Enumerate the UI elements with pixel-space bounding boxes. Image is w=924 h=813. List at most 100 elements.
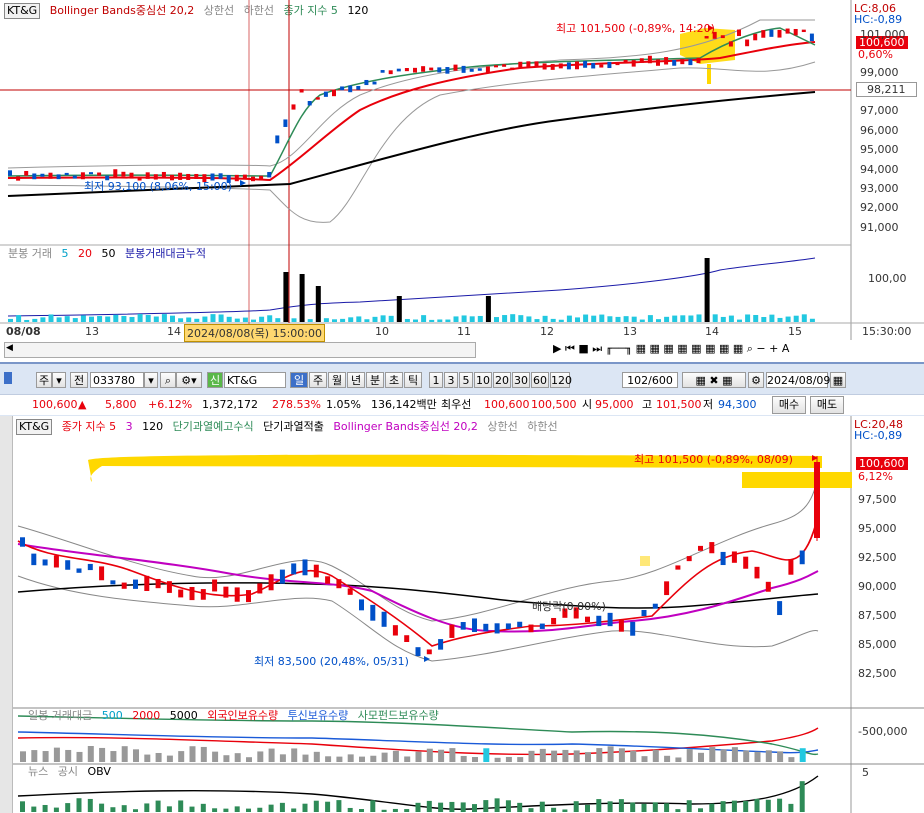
date-field[interactable]: 2024/08/09 [766, 372, 830, 388]
volume-bar [380, 315, 386, 322]
indicator-bar [765, 750, 772, 762]
obv-legend: 뉴스 공시 OBV [28, 765, 117, 779]
interval-button[interactable]: 120 [550, 372, 572, 388]
sell-button[interactable]: 매도 [810, 396, 844, 414]
pct-box: 0,60% [858, 48, 893, 61]
cursor-date-label: 2024/08/08(목) 15:00:00 [184, 324, 326, 342]
obv-bar [664, 803, 670, 812]
period-button[interactable]: 분 [366, 372, 384, 388]
tools-icon[interactable]: ▦ ✖ ▦ [682, 372, 746, 388]
interval-button[interactable]: 60 [531, 372, 549, 388]
gear-icon[interactable]: ⚙ [748, 372, 764, 388]
indicator-bar [415, 751, 422, 762]
volume-bar [502, 315, 508, 322]
volume-bar [315, 286, 321, 322]
volume-bar [404, 318, 410, 322]
obv-bar [65, 803, 71, 812]
interval-button[interactable]: 30 [512, 372, 530, 388]
candle [283, 119, 288, 127]
candle [618, 619, 624, 632]
tab-main[interactable]: 주 [36, 372, 52, 388]
candle [518, 61, 523, 68]
volume-bar [56, 317, 62, 322]
vol-legend-title[interactable]: 분봉 거래 [8, 247, 52, 260]
search-icon[interactable]: ⌕ [160, 372, 176, 388]
intraday-chart-panel[interactable]: KT&G Bollinger Bands중심선 20,2 상한선 하한선 종가 … [0, 0, 924, 364]
count-field[interactable]: 102/600 [622, 372, 678, 388]
settings-dropdown-icon[interactable]: ⚙▾ [176, 372, 202, 388]
daily-chart-panel[interactable]: KT&G 종가 지수 5 3 120 단기과열예고수식 단기과열적출 Bolli… [12, 416, 924, 813]
tab-prev[interactable]: 전 [70, 372, 88, 388]
candle [392, 625, 398, 636]
buy-button[interactable]: 매수 [772, 396, 806, 414]
candle [745, 39, 750, 47]
credit-badge[interactable]: 신 [207, 372, 223, 388]
chart-scrollbar[interactable] [4, 342, 476, 358]
obv-legend-notice[interactable]: 공시 [58, 765, 78, 778]
vol-tick: 100,00 [868, 272, 907, 285]
candle [323, 91, 328, 97]
interval-button[interactable]: 1 [429, 372, 443, 388]
ind-legend-pef[interactable]: 사모펀드보유수량 [358, 709, 439, 722]
indicator-bar [630, 750, 637, 762]
period-button[interactable]: 주 [309, 372, 327, 388]
volume-bar [518, 315, 524, 322]
vol-legend-20[interactable]: 20 [78, 247, 92, 260]
volume-bar [494, 317, 499, 322]
vol-legend-5[interactable]: 5 [61, 247, 68, 260]
obv-legend-obv[interactable]: OBV [88, 765, 111, 778]
y-tick: 92,500 [858, 551, 897, 564]
scroll-left-icon[interactable]: ◀ [6, 343, 13, 353]
period-button[interactable]: 년 [347, 372, 365, 388]
interval-button[interactable]: 20 [493, 372, 511, 388]
quote-vol-pct: 278.53% [272, 398, 321, 411]
volume-bar [194, 318, 200, 322]
candle [769, 29, 774, 37]
candle [31, 553, 37, 566]
candle [121, 582, 127, 589]
period-button[interactable]: 틱 [404, 372, 422, 388]
candle [720, 35, 725, 39]
interval-button[interactable]: 3 [444, 372, 458, 388]
period-button[interactable]: 초 [385, 372, 403, 388]
calendar-icon[interactable]: ▦ [830, 372, 846, 388]
volume-bar [777, 317, 783, 322]
ind-legend-2000[interactable]: 2000 [132, 709, 160, 722]
playback-controls[interactable]: ▶ ⏮ ■ ⏭ ╓──╖ ▦ ▦ ▦ ▦ ▦ ▦ ▦ ▦ ⌕ − + A [553, 342, 923, 358]
x-label: 14 [705, 325, 719, 338]
candle [32, 173, 37, 180]
volume-bar [647, 315, 653, 322]
obv-legend-news[interactable]: 뉴스 [28, 765, 48, 778]
candle [64, 172, 69, 176]
candle [113, 169, 118, 177]
candle [388, 70, 393, 75]
ind-legend-5000[interactable]: 5000 [170, 709, 198, 722]
interval-button[interactable]: 5 [459, 372, 473, 388]
ind-legend-foreign[interactable]: 외국인보유수량 [207, 709, 278, 722]
code-dropdown-icon[interactable]: ▾ [144, 372, 158, 388]
vol-legend-50[interactable]: 50 [101, 247, 115, 260]
stock-name-field[interactable]: KT&G [224, 372, 286, 388]
dropdown-icon[interactable]: ▾ [52, 372, 66, 388]
obv-bar [279, 802, 285, 812]
candle [731, 551, 737, 563]
obv-bar [731, 800, 737, 812]
volume-bar [226, 316, 232, 322]
period-button[interactable]: 일 [290, 372, 308, 388]
vol-legend-cum[interactable]: 분봉거래대금누적 [125, 247, 206, 260]
interval-button[interactable]: 10 [474, 372, 492, 388]
ind-legend-title[interactable]: 일봉 거래대금 [28, 709, 92, 722]
obv-bar [359, 809, 364, 812]
price-box: 100,600 [856, 457, 908, 470]
period-button[interactable]: 월 [328, 372, 346, 388]
volume-bar [801, 314, 807, 322]
volume-bar [178, 318, 184, 322]
stock-code-input[interactable]: 033780 [90, 372, 144, 388]
indicator-bar [155, 752, 162, 762]
ind-legend-500[interactable]: 500 [102, 709, 123, 722]
obv-bar [347, 807, 353, 812]
candle [325, 576, 331, 584]
ind-legend-trust[interactable]: 투신보유수량 [288, 709, 349, 722]
candle [332, 89, 336, 97]
candle [53, 555, 59, 568]
